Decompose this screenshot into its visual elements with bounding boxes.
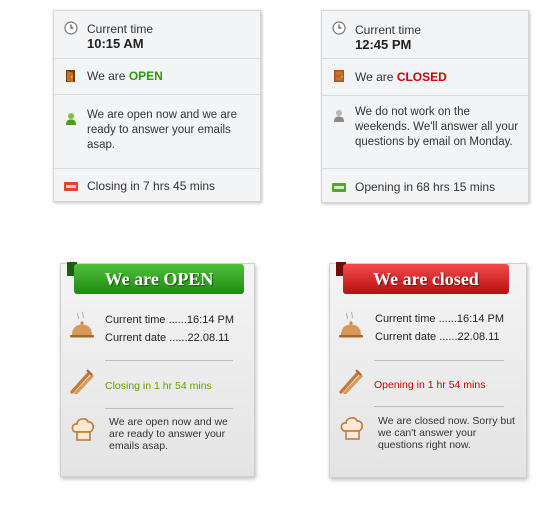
message-row: We are open now and we are ready to answ…: [54, 94, 260, 169]
divider: [105, 408, 233, 409]
status-widget-open-ribbon: We are OPEN Current time ......16:14 PM …: [60, 262, 255, 477]
person-green-icon: [66, 113, 76, 125]
time-value: 10:15 AM: [87, 36, 144, 51]
status-widget-open-compact: Current time 10:15 AM We are OPEN We are…: [53, 10, 261, 202]
time-row: Current time 10:15 AM: [54, 11, 260, 58]
divider: [374, 406, 504, 407]
status-message: We are open now and we are ready to answ…: [109, 416, 228, 452]
door-closed-icon: [334, 70, 344, 82]
cutlery-icon: [70, 369, 94, 394]
divider: [105, 360, 233, 361]
person-grey-icon: [334, 110, 344, 122]
status-message: We do not work on the weekends. We'll an…: [355, 106, 519, 148]
time-value: 12:45 PM: [355, 37, 412, 52]
time-label: Current time: [355, 23, 422, 37]
status-widget-closed-ribbon: We are closed Current time ......16:14 P…: [329, 262, 527, 478]
door-open-icon: [66, 70, 75, 82]
status-row: We are CLOSED: [322, 58, 528, 96]
status-widget-closed-compact: Current time 12:45 PM We are CLOSED We d…: [321, 10, 529, 203]
countdown-row: Closing in 7 hrs 45 mins: [54, 168, 260, 202]
clock-icon: [332, 21, 346, 35]
status-open: OPEN: [128, 69, 163, 83]
message-row: We do not work on the weekends. We'll an…: [322, 95, 528, 169]
time-label: Current time: [87, 22, 154, 36]
countdown-row: Opening in 68 hrs 15 mins: [322, 168, 528, 203]
opening-sign-icon: [332, 183, 346, 192]
status-message: We are closed now. Sorry but we can't an…: [378, 415, 515, 451]
current-time: Current time ......16:14 PM: [105, 314, 234, 326]
chef-hat-icon: [340, 417, 363, 440]
countdown-text: Closing in 1 hr 54 mins: [105, 380, 212, 392]
countdown-text: Opening in 68 hrs 15 mins: [355, 180, 496, 194]
closing-sign-icon: [64, 182, 78, 191]
status-closed: CLOSED: [396, 70, 447, 84]
current-time: Current time ......16:14 PM: [375, 313, 504, 325]
countdown-text: Opening in 1 hr 54 mins: [374, 379, 486, 391]
clock-icon: [64, 21, 78, 35]
countdown-text: Closing in 7 hrs 45 mins: [87, 179, 216, 193]
ribbon-open: We are OPEN: [74, 264, 244, 294]
cloche-icon: [339, 311, 363, 338]
status-prefix: We are: [87, 69, 126, 83]
current-date: Current date ......22.08.11: [105, 332, 230, 344]
divider: [374, 360, 504, 361]
chef-hat-icon: [71, 418, 94, 441]
status-message: We are open now and we are ready to answ…: [87, 109, 238, 151]
current-date: Current date ......22.08.11: [375, 331, 500, 343]
status-row: We are OPEN: [54, 58, 260, 95]
status-prefix: We are: [355, 70, 394, 84]
cloche-icon: [70, 311, 94, 338]
ribbon-closed: We are closed: [343, 264, 509, 294]
time-row: Current time 12:45 PM: [322, 11, 528, 58]
cutlery-icon: [339, 369, 363, 394]
